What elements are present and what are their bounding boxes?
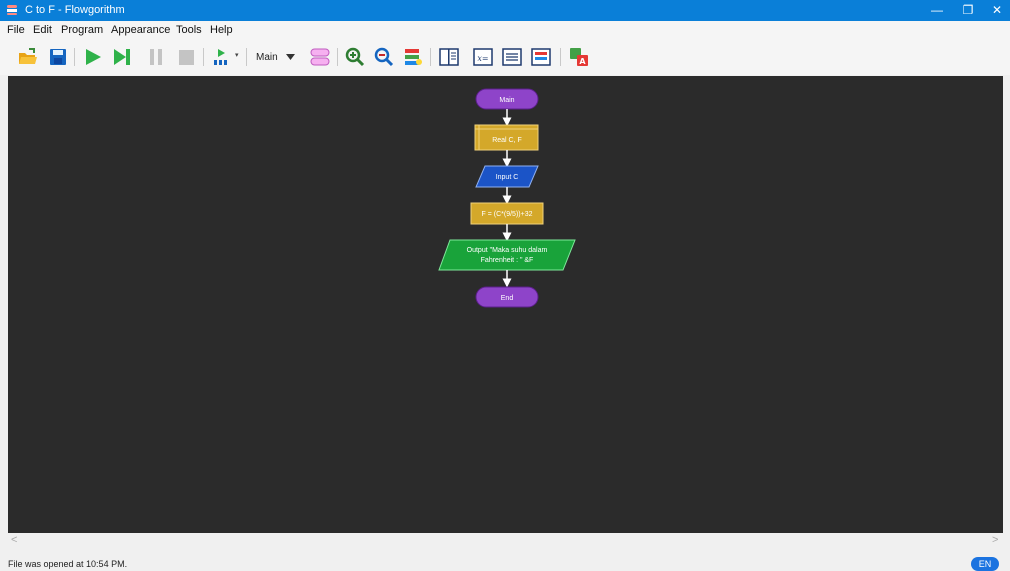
zoom-out-icon[interactable] xyxy=(374,47,394,67)
title-bar: C to F - Flowgorithm — ❐ ✕ xyxy=(0,0,1010,21)
output-node-label-line1: Output "Maka suhu dalam xyxy=(467,247,548,254)
add-function-icon[interactable] xyxy=(310,47,330,67)
menu-tools[interactable]: Tools xyxy=(176,24,202,36)
open-folder-icon[interactable] xyxy=(18,47,38,67)
minimize-button[interactable]: — xyxy=(922,0,952,21)
layout-icon[interactable] xyxy=(403,47,423,67)
run-speed-dropdown-arrow-icon[interactable]: ▾ xyxy=(235,51,239,59)
input-node-label: Input C xyxy=(496,174,519,181)
variable-watch-icon[interactable]: x= xyxy=(473,47,493,67)
run-icon[interactable] xyxy=(83,47,103,67)
toolbar-separator xyxy=(246,48,247,66)
translate-language-icon[interactable]: A xyxy=(569,47,589,67)
close-button[interactable]: ✕ xyxy=(982,0,1010,21)
scroll-left-arrow-icon[interactable]: < xyxy=(11,534,17,546)
assign-node-label: F = (C*(9/5))+32 xyxy=(482,211,533,218)
toolbar: ▾ Main x= A xyxy=(0,39,1010,75)
toolbar-separator xyxy=(74,48,75,66)
menu-appearance[interactable]: Appearance xyxy=(111,24,170,36)
output-node-label-line2: Fahrenheit : " &F xyxy=(481,257,534,264)
svg-text:A: A xyxy=(579,57,586,66)
menu-help[interactable]: Help xyxy=(210,24,233,36)
status-message: File was opened at 10:54 PM. xyxy=(8,559,128,569)
language-badge[interactable]: EN xyxy=(971,557,999,571)
menu-bar: File Edit Program Appearance Tools Help xyxy=(0,21,1010,39)
declare-node-label: Real C, F xyxy=(492,137,522,144)
save-icon[interactable] xyxy=(48,47,68,67)
horizontal-scrollbar[interactable]: < > xyxy=(8,533,1003,549)
svg-text:x=: x= xyxy=(477,54,488,63)
menu-edit[interactable]: Edit xyxy=(33,24,52,36)
chart-window-icon[interactable] xyxy=(531,47,551,67)
start-node[interactable]: Main xyxy=(475,88,539,110)
output-node[interactable]: Output "Maka suhu dalam Fahrenheit : " &… xyxy=(438,239,576,271)
scroll-right-arrow-icon[interactable]: > xyxy=(992,534,998,546)
pause-icon[interactable] xyxy=(146,47,166,67)
stop-icon[interactable] xyxy=(176,47,196,67)
declare-node[interactable]: Real C, F xyxy=(474,124,539,151)
restore-button[interactable]: ❐ xyxy=(953,0,983,21)
end-node-label: End xyxy=(501,295,514,302)
input-node[interactable]: Input C xyxy=(475,165,539,188)
toolbar-separator xyxy=(430,48,431,66)
zoom-in-icon[interactable] xyxy=(345,47,365,67)
step-icon[interactable] xyxy=(112,47,132,67)
end-node[interactable]: End xyxy=(475,286,539,308)
flowchart: Main Real C, F Input C F = (C*(9/5))+32 … xyxy=(438,88,576,308)
start-node-label: Main xyxy=(499,97,514,104)
run-speed-icon[interactable] xyxy=(212,47,232,67)
flowchart-canvas[interactable]: Main Real C, F Input C F = (C*(9/5))+32 … xyxy=(8,76,1003,533)
flowgorithm-app-icon xyxy=(7,5,17,15)
console-window-icon[interactable] xyxy=(502,47,522,67)
assign-node[interactable]: F = (C*(9/5))+32 xyxy=(470,202,544,225)
menu-program[interactable]: Program xyxy=(61,24,103,36)
function-dropdown-arrow-icon[interactable] xyxy=(286,54,295,60)
toolbar-separator xyxy=(203,48,204,66)
function-selector[interactable]: Main xyxy=(256,52,278,63)
toolbar-separator xyxy=(560,48,561,66)
window-title: C to F - Flowgorithm xyxy=(25,4,125,16)
menu-file[interactable]: File xyxy=(7,24,25,36)
toolbar-separator xyxy=(337,48,338,66)
source-code-window-icon[interactable] xyxy=(439,47,459,67)
status-bar: File was opened at 10:54 PM. EN xyxy=(0,554,1010,571)
